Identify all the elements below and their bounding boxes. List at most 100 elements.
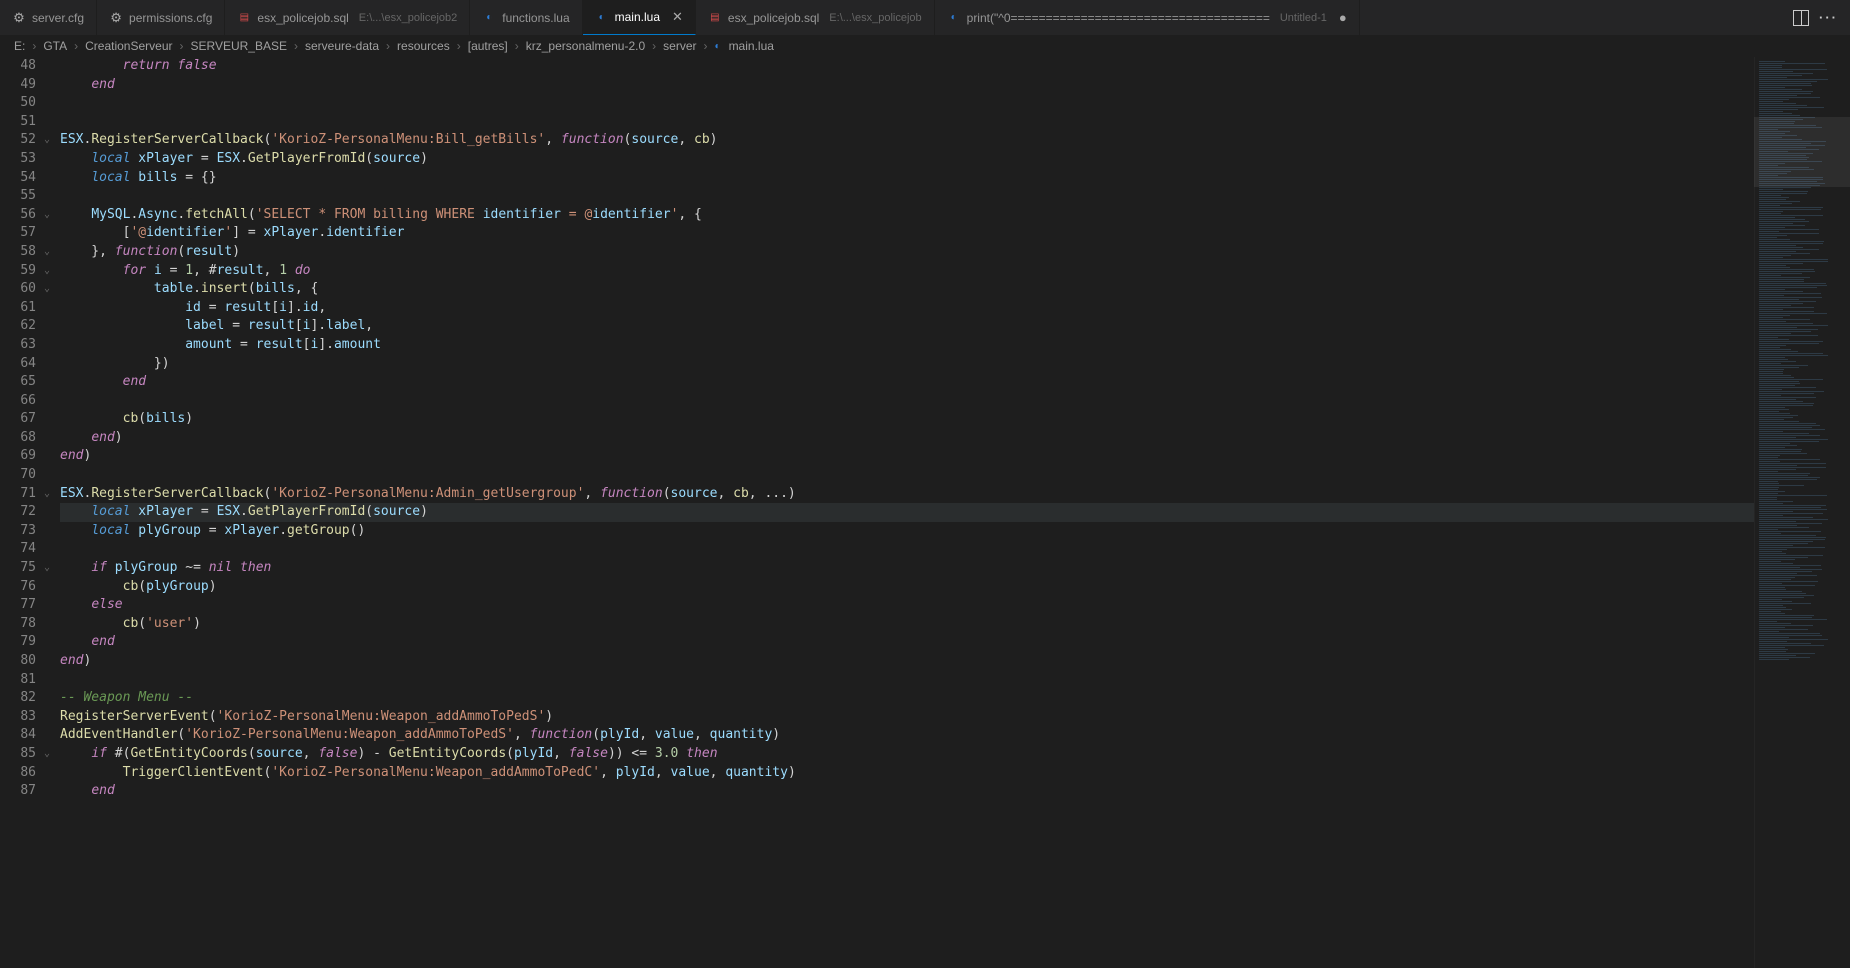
code-line[interactable]: return false (60, 57, 1850, 76)
breadcrumb-item[interactable]: serveure-data (305, 39, 379, 53)
lua-icon: ◐ (482, 11, 496, 25)
code-line[interactable]: ['@identifier'] = xPlayer.identifier (60, 224, 1850, 243)
tab-permissions-cfg[interactable]: ⚙permissions.cfg (97, 0, 225, 35)
line-number: 84 (0, 726, 36, 745)
chevron-right-icon: › (294, 39, 298, 53)
tab-path: Untitled-1 (1280, 12, 1327, 24)
code-line[interactable]: end (60, 76, 1850, 95)
database-icon: ▤ (708, 11, 722, 25)
code-line[interactable]: cb('user') (60, 615, 1850, 634)
more-icon[interactable]: ··· (1819, 10, 1838, 25)
line-number: 77 (0, 596, 36, 615)
code-line[interactable]: label = result[i].label, (60, 317, 1850, 336)
code-line[interactable]: local bills = {} (60, 169, 1850, 188)
code-line[interactable]: end) (60, 447, 1850, 466)
code-line[interactable]: cb(bills) (60, 410, 1850, 429)
code-line[interactable]: cb(plyGroup) (60, 578, 1850, 597)
fold-icon[interactable]: ⌄ (44, 280, 50, 299)
breadcrumb-item[interactable]: resources (397, 39, 450, 53)
code-line[interactable]: local xPlayer = ESX.GetPlayerFromId(sour… (60, 150, 1850, 169)
code-line[interactable]: end) (60, 429, 1850, 448)
code-line[interactable] (60, 466, 1850, 485)
line-number: 87 (0, 782, 36, 801)
line-number: 60⌄ (0, 280, 36, 299)
line-number: 70 (0, 466, 36, 485)
code-line[interactable]: ESX.RegisterServerCallback('KorioZ-Perso… (60, 131, 1850, 150)
line-number: 63 (0, 336, 36, 355)
code-line[interactable]: RegisterServerEvent('KorioZ-PersonalMenu… (60, 708, 1850, 727)
line-number: 73 (0, 522, 36, 541)
breadcrumb-item[interactable]: GTA (43, 39, 67, 53)
minimap[interactable] (1754, 57, 1850, 968)
chevron-right-icon: › (515, 39, 519, 53)
chevron-right-icon: › (457, 39, 461, 53)
code-line[interactable]: for i = 1, #result, 1 do (60, 262, 1850, 281)
code-line[interactable]: local plyGroup = xPlayer.getGroup() (60, 522, 1850, 541)
code-line[interactable]: local xPlayer = ESX.GetPlayerFromId(sour… (60, 503, 1850, 522)
fold-icon[interactable]: ⌄ (44, 559, 50, 578)
line-number: 65 (0, 373, 36, 392)
breadcrumb-item[interactable]: [autres] (468, 39, 508, 53)
line-number: 85⌄ (0, 745, 36, 764)
tab-label: permissions.cfg (129, 11, 212, 25)
code-area[interactable]: return false end ESX.RegisterServerCallba… (56, 57, 1850, 968)
code-line[interactable]: AddEventHandler('KorioZ-PersonalMenu:Wea… (60, 726, 1850, 745)
lua-icon: ◐ (595, 10, 609, 24)
code-line[interactable] (60, 113, 1850, 132)
code-line[interactable]: end (60, 633, 1850, 652)
tab-label: esx_policejob.sql (728, 11, 819, 25)
fold-icon[interactable]: ⌄ (44, 745, 50, 764)
breadcrumb-item[interactable]: SERVEUR_BASE (191, 39, 288, 53)
breadcrumb-item[interactable]: E: (14, 39, 25, 53)
line-number: 66 (0, 392, 36, 411)
breadcrumb-item[interactable]: krz_personalmenu-2.0 (526, 39, 645, 53)
code-line[interactable]: table.insert(bills, { (60, 280, 1850, 299)
tab-label: main.lua (615, 10, 660, 24)
code-line[interactable]: TriggerClientEvent('KorioZ-PersonalMenu:… (60, 764, 1850, 783)
tab-server-cfg[interactable]: ⚙server.cfg (0, 0, 97, 35)
code-line[interactable]: }, function(result) (60, 243, 1850, 262)
line-number: 61 (0, 299, 36, 318)
code-line[interactable]: MySQL.Async.fetchAll('SELECT * FROM bill… (60, 206, 1850, 225)
code-line[interactable]: end) (60, 652, 1850, 671)
close-icon[interactable]: ✕ (672, 9, 683, 25)
modified-icon[interactable]: ● (1339, 10, 1347, 25)
code-line[interactable]: if #(GetEntityCoords(source, false) - Ge… (60, 745, 1850, 764)
code-line[interactable]: ESX.RegisterServerCallback('KorioZ-Perso… (60, 485, 1850, 504)
code-line[interactable]: amount = result[i].amount (60, 336, 1850, 355)
breadcrumb-item[interactable]: main.lua (729, 39, 774, 53)
minimap-viewport[interactable] (1754, 117, 1850, 187)
code-line[interactable] (60, 671, 1850, 690)
chevron-right-icon: › (180, 39, 184, 53)
fold-icon[interactable]: ⌄ (44, 206, 50, 225)
fold-icon[interactable]: ⌄ (44, 485, 50, 504)
split-editor-icon[interactable] (1793, 10, 1809, 26)
tab-esx_policejob-sql[interactable]: ▤esx_policejob.sqlE:\...\esx_policejob (696, 0, 935, 35)
code-line[interactable]: }) (60, 355, 1850, 374)
line-number: 71⌄ (0, 485, 36, 504)
code-line[interactable] (60, 187, 1850, 206)
line-number: 51 (0, 113, 36, 132)
code-line[interactable]: -- Weapon Menu -- (60, 689, 1850, 708)
breadcrumb-item[interactable]: server (663, 39, 696, 53)
code-line[interactable]: end (60, 782, 1850, 801)
code-line[interactable]: end (60, 373, 1850, 392)
fold-icon[interactable]: ⌄ (44, 131, 50, 150)
code-line[interactable] (60, 392, 1850, 411)
breadcrumb[interactable]: E: › GTA › CreationServeur › SERVEUR_BASE › serv… (0, 35, 1850, 57)
tab-main-lua[interactable]: ◐ main.lua ✕ (583, 0, 696, 35)
editor: 4849505152⌄53545556⌄5758⌄59⌄60⌄616263646… (0, 57, 1850, 968)
code-line[interactable]: id = result[i].id, (60, 299, 1850, 318)
chevron-right-icon: › (74, 39, 78, 53)
code-line[interactable] (60, 540, 1850, 559)
fold-icon[interactable]: ⌄ (44, 243, 50, 262)
tab-print-0-[interactable]: ◐print("^0==============================… (935, 0, 1360, 35)
fold-icon[interactable]: ⌄ (44, 262, 50, 281)
tab-esx_policejob-sql[interactable]: ▤esx_policejob.sqlE:\...\esx_policejob2 (225, 0, 470, 35)
code-line[interactable]: if plyGroup ~= nil then (60, 559, 1850, 578)
breadcrumb-item[interactable]: CreationServeur (85, 39, 172, 53)
code-line[interactable]: else (60, 596, 1850, 615)
code-line[interactable] (60, 94, 1850, 113)
line-number: 58⌄ (0, 243, 36, 262)
tab-functions-lua[interactable]: ◐functions.lua (470, 0, 582, 35)
